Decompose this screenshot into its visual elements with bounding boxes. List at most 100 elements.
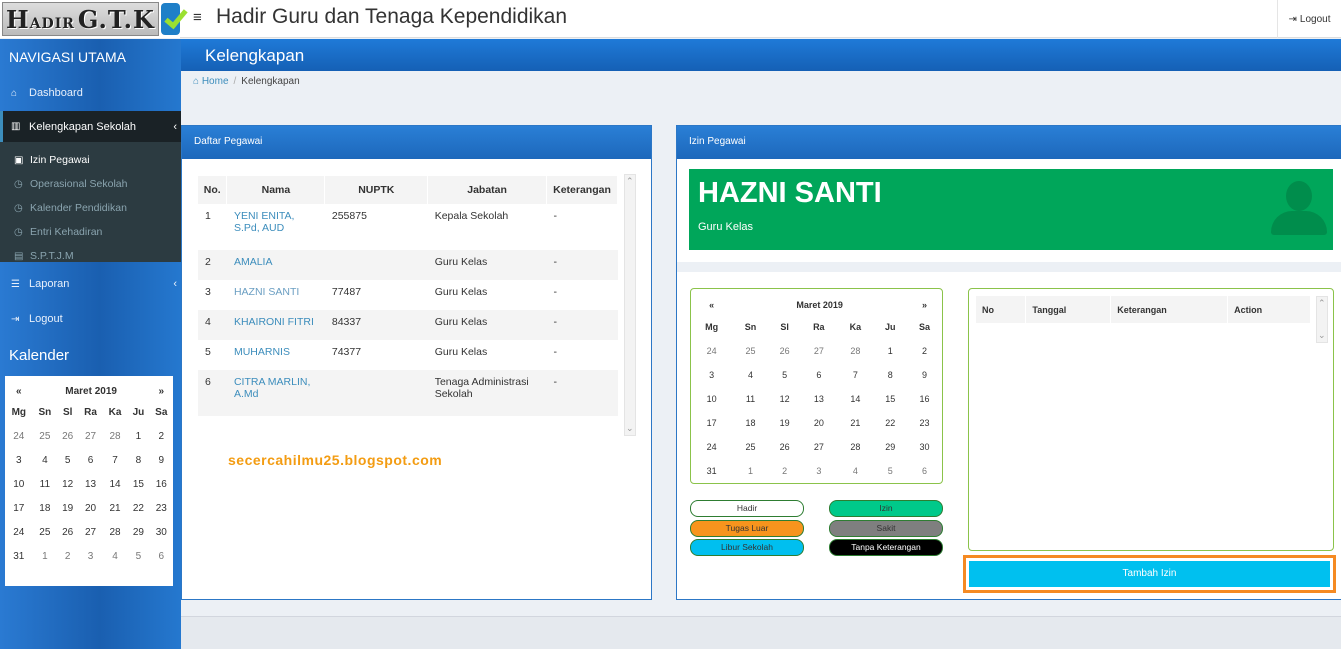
calendar-prev-button[interactable]: « — [691, 295, 732, 315]
calendar-day[interactable]: 17 — [5, 496, 33, 520]
column-header-no[interactable]: No. — [198, 176, 228, 204]
calendar-day[interactable]: 22 — [874, 411, 907, 435]
calendar-day[interactable]: 3 — [78, 544, 102, 568]
employee-name-link[interactable]: MUHARNIS — [226, 340, 325, 370]
scroll-up-icon[interactable]: ⌃ — [626, 176, 634, 187]
calendar-day[interactable]: 20 — [78, 496, 102, 520]
submenu-item-izin[interactable]: ▣ Izin Pegawai — [14, 154, 90, 166]
calendar-day[interactable]: 1 — [127, 424, 149, 448]
calendar-day[interactable]: 4 — [732, 363, 769, 387]
calendar-day[interactable]: 23 — [907, 411, 942, 435]
calendar-day[interactable]: 5 — [874, 459, 907, 483]
calendar-day[interactable]: 27 — [801, 435, 838, 459]
calendar-day[interactable]: 25 — [33, 424, 57, 448]
calendar-day[interactable]: 2 — [769, 459, 801, 483]
calendar-day[interactable]: 13 — [801, 387, 838, 411]
calendar-day[interactable]: 21 — [837, 411, 874, 435]
calendar-day[interactable]: 7 — [837, 363, 874, 387]
calendar-day[interactable]: 9 — [907, 363, 942, 387]
calendar-day[interactable]: 10 — [5, 472, 33, 496]
calendar-day[interactable]: 26 — [769, 435, 801, 459]
calendar-day[interactable]: 16 — [907, 387, 942, 411]
column-header-keterangan[interactable]: Keterangan — [1110, 296, 1229, 323]
calendar-day[interactable]: 24 — [5, 520, 33, 544]
calendar-day[interactable]: 25 — [33, 520, 57, 544]
calendar-day[interactable]: 6 — [907, 459, 942, 483]
calendar-day[interactable]: 2 — [907, 339, 942, 363]
calendar-prev-button[interactable]: « — [5, 382, 33, 400]
calendar-day[interactable]: 31 — [691, 459, 732, 483]
table-row[interactable]: 4 KHAIRONI FITRI 84337 Guru Kelas - — [198, 310, 618, 340]
calendar-day[interactable]: 21 — [103, 496, 127, 520]
column-header-tanggal[interactable]: Tanggal — [1025, 296, 1112, 323]
calendar-day[interactable]: 8 — [127, 448, 149, 472]
calendar-day[interactable]: 7 — [103, 448, 127, 472]
calendar-day[interactable]: 28 — [837, 339, 874, 363]
calendar-day[interactable]: 12 — [769, 387, 801, 411]
calendar-day[interactable]: 19 — [57, 496, 78, 520]
calendar-day[interactable]: 9 — [150, 448, 173, 472]
calendar-day[interactable]: 24 — [691, 435, 732, 459]
calendar-day[interactable]: 1 — [732, 459, 769, 483]
calendar-day[interactable]: 4 — [837, 459, 874, 483]
calendar-month-label[interactable]: Maret 2019 — [732, 295, 907, 315]
calendar-day[interactable]: 27 — [78, 520, 102, 544]
calendar-day[interactable]: 13 — [78, 472, 102, 496]
submenu-item-entri[interactable]: ◷ Entri Kehadiran — [14, 226, 102, 238]
calendar-day[interactable]: 8 — [874, 363, 907, 387]
calendar-day[interactable]: 17 — [691, 411, 732, 435]
calendar-next-button[interactable]: » — [150, 382, 173, 400]
calendar-day[interactable]: 14 — [103, 472, 127, 496]
calendar-day[interactable]: 15 — [874, 387, 907, 411]
calendar-day[interactable]: 31 — [5, 544, 33, 568]
calendar-day[interactable]: 4 — [33, 448, 57, 472]
table-row[interactable]: 1 YENI ENITA, S.Pd, AUD 255875 Kepala Se… — [198, 204, 618, 250]
calendar-day[interactable]: 5 — [57, 448, 78, 472]
column-header-nama[interactable]: Nama — [226, 176, 326, 204]
calendar-day[interactable]: 18 — [732, 411, 769, 435]
calendar-day[interactable]: 6 — [150, 544, 173, 568]
table-row[interactable]: 6 CITRA MARLIN, A.Md Tenaga Administrasi… — [198, 370, 618, 416]
employee-name-link[interactable]: YENI ENITA, S.Pd, AUD — [226, 204, 325, 250]
calendar-day[interactable]: 25 — [732, 339, 769, 363]
calendar-next-button[interactable]: » — [907, 295, 942, 315]
calendar-day[interactable]: 30 — [150, 520, 173, 544]
table-row[interactable]: 5 MUHARNIS 74377 Guru Kelas - — [198, 340, 618, 370]
calendar-day[interactable]: 11 — [732, 387, 769, 411]
calendar-day[interactable]: 28 — [103, 424, 127, 448]
calendar-day[interactable]: 29 — [874, 435, 907, 459]
calendar-day[interactable]: 4 — [103, 544, 127, 568]
calendar-day[interactable]: 26 — [57, 424, 78, 448]
sidebar-item-kelengkapan[interactable]: ▥ Kelengkapan Sekolah ‹ — [0, 111, 181, 142]
column-header-no[interactable]: No — [976, 296, 1027, 323]
calendar-day[interactable]: 28 — [837, 435, 874, 459]
calendar-day[interactable]: 22 — [127, 496, 149, 520]
calendar-day[interactable]: 3 — [801, 459, 838, 483]
calendar-day[interactable]: 10 — [691, 387, 732, 411]
app-logo[interactable]: HADIR G.T.K — [0, 0, 180, 38]
calendar-day[interactable]: 16 — [150, 472, 173, 496]
calendar-day[interactable]: 15 — [127, 472, 149, 496]
calendar-day[interactable]: 11 — [33, 472, 57, 496]
calendar-day[interactable]: 5 — [769, 363, 801, 387]
column-header-action[interactable]: Action — [1227, 296, 1311, 323]
calendar-day[interactable]: 5 — [127, 544, 149, 568]
calendar-day[interactable]: 27 — [78, 424, 102, 448]
employee-table-scrollbar[interactable]: ⌃ ⌄ — [624, 174, 636, 436]
breadcrumb-home-link[interactable]: ⌂ Home — [193, 76, 229, 87]
employee-name-link[interactable]: AMALIA — [226, 250, 325, 280]
calendar-day[interactable]: 19 — [769, 411, 801, 435]
calendar-month-label[interactable]: Maret 2019 — [33, 382, 150, 400]
column-header-nuptk[interactable]: NUPTK — [324, 176, 429, 204]
table-row[interactable]: 2 AMALIA Guru Kelas - — [198, 250, 618, 280]
calendar-day[interactable]: 24 — [5, 424, 33, 448]
calendar-day[interactable]: 29 — [127, 520, 149, 544]
scroll-down-icon[interactable]: ⌄ — [626, 423, 634, 434]
top-logout-button[interactable]: ⇥ Logout — [1277, 0, 1341, 38]
column-header-jabatan[interactable]: Jabatan — [427, 176, 548, 204]
employee-name-link[interactable]: HAZNI SANTI — [226, 280, 325, 310]
calendar-day[interactable]: 20 — [801, 411, 838, 435]
calendar-day[interactable]: 26 — [769, 339, 801, 363]
employee-name-link[interactable]: KHAIRONI FITRI — [226, 310, 325, 340]
calendar-day[interactable]: 30 — [907, 435, 942, 459]
